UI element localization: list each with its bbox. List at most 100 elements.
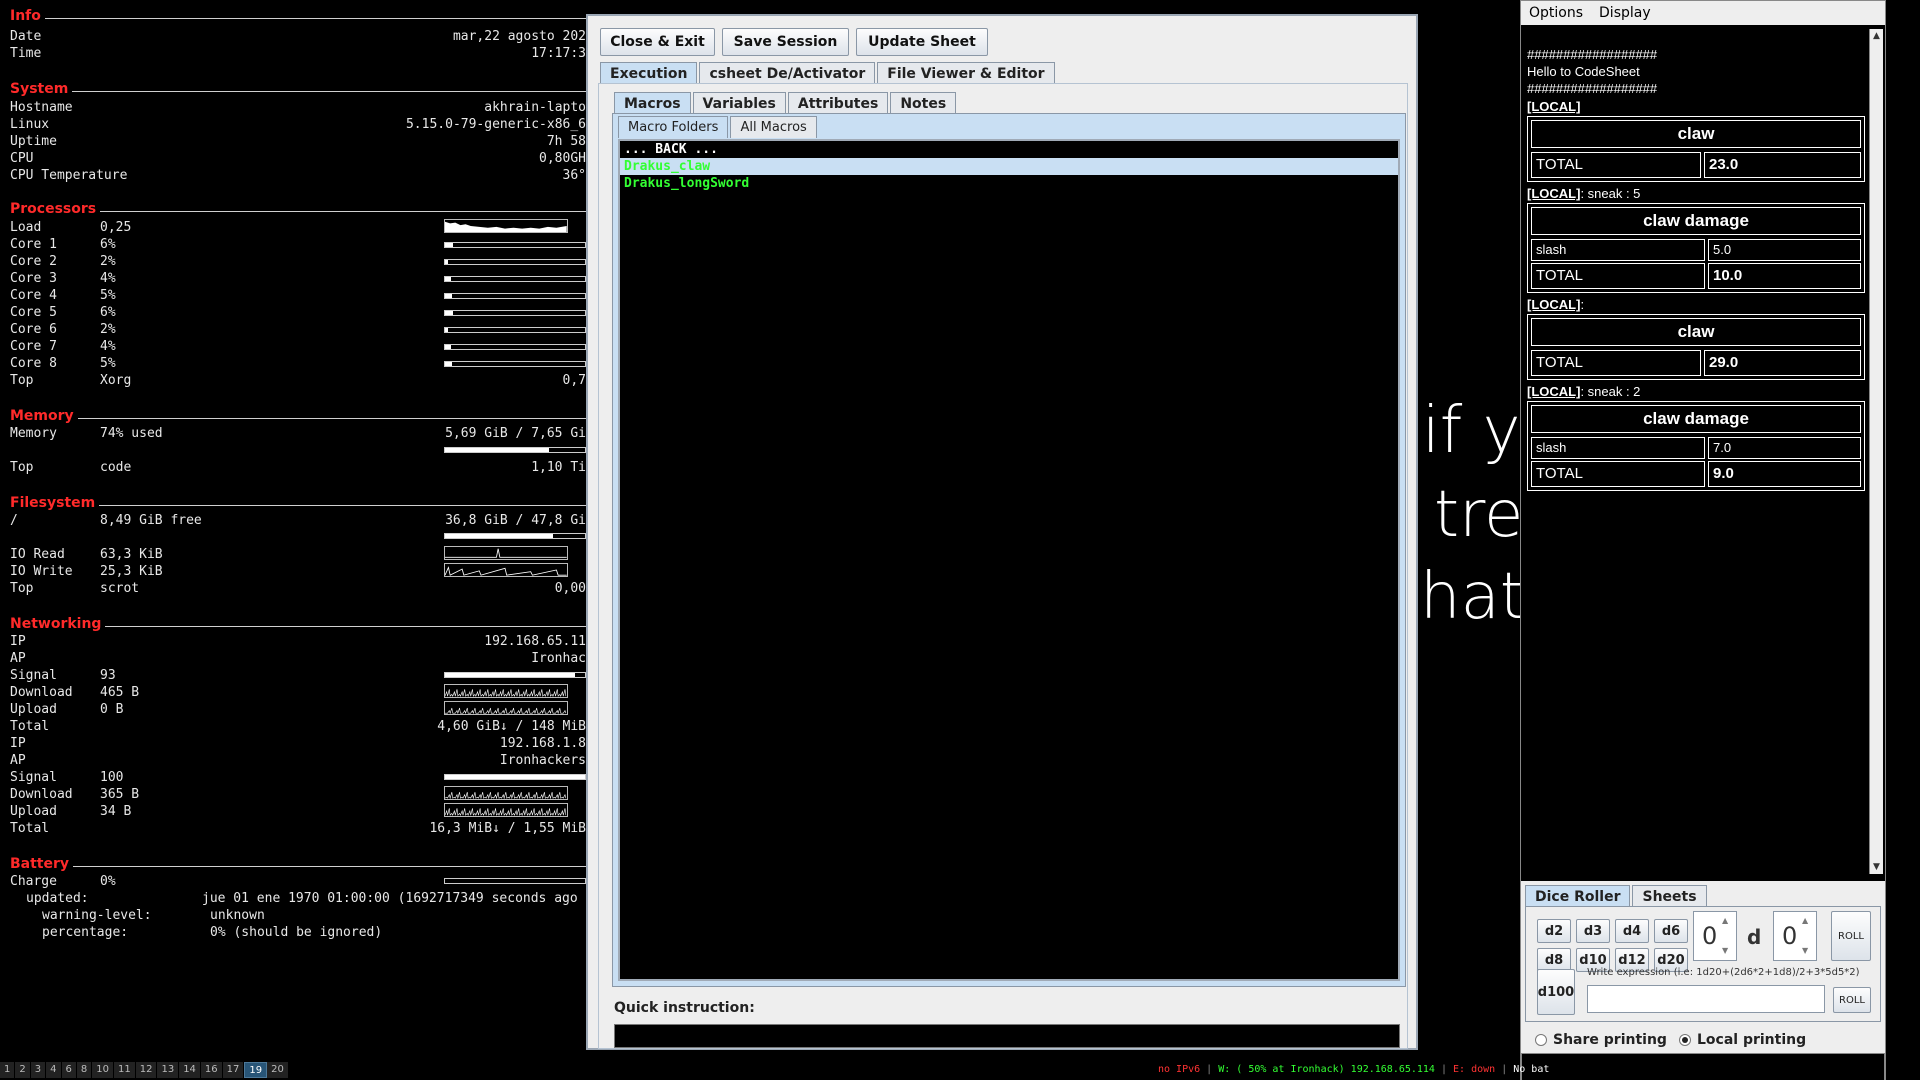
updated-row: updated: jue 01 ene 1970 01:00:00 (169271… [26,891,578,906]
local-printing-radio[interactable]: Local printing [1679,1032,1806,1048]
workspace-button[interactable]: 14 [179,1062,201,1078]
macro-view-tabs: Macro Folders All Macros [618,116,819,138]
tab-attributes[interactable]: Attributes [787,92,889,114]
workspace-button[interactable]: 11 [113,1062,136,1078]
macro-list-item[interactable]: Drakus_longSword [620,175,1398,192]
tab-macro-folders[interactable]: Macro Folders [618,116,729,138]
close-exit-button[interactable]: Close & Exit [600,28,715,56]
macro-list-item[interactable]: ... BACK ... [620,141,1398,158]
core-value: 5% [100,288,116,303]
menu-options[interactable]: Options [1521,5,1591,21]
tab-execution[interactable]: Execution [600,62,698,84]
workspace-button[interactable]: 1 [0,1062,16,1078]
macro-list-item[interactable]: Drakus_claw [620,158,1398,175]
hash-line-bottom: ################## [1527,81,1658,96]
radio-off-icon [1535,1034,1547,1046]
macro-list[interactable]: ... BACK ... Drakus_claw Drakus_longSword [618,139,1400,981]
top-io-row: Top scrot 0,00 [10,581,586,596]
upload-graph [444,701,568,715]
core-bar-fill [445,311,454,315]
update-sheet-button[interactable]: Update Sheet [856,28,988,56]
workspace-button[interactable]: 8 [76,1062,93,1078]
main-tabs: Execution csheet De/Activator File Viewe… [600,62,1057,84]
core-bar-fill [445,328,448,332]
tab-sheets[interactable]: Sheets [1632,885,1707,907]
section-system: System [10,81,586,99]
tab-all-macros[interactable]: All Macros [730,116,817,138]
core-bar [444,361,586,367]
workspace-button[interactable]: 12 [135,1062,158,1078]
tab-notes[interactable]: Notes [890,92,957,114]
dice-d6-button[interactable]: d6 [1654,919,1688,943]
workspace-button[interactable]: 17 [222,1062,245,1078]
tab-variables[interactable]: Variables [692,92,786,114]
core-bar-fill [445,294,452,298]
dice-count-spinner[interactable]: 0 ▲ ▼ [1693,911,1737,961]
upload-graph [444,803,568,817]
download-graph [444,684,568,698]
core-value: 5% [100,356,116,371]
core-bar [444,327,586,333]
top-cpu-row: Top Xorg 0,7 [10,373,586,388]
spinner-down-icon[interactable]: ▼ [1722,946,1734,955]
workspace-button[interactable]: 13 [157,1062,180,1078]
roll-expression-button[interactable]: ROLL [1833,987,1871,1013]
dice-d2-button[interactable]: d2 [1537,919,1571,943]
cpu-row: CPU 0,80GH [10,151,586,166]
core-value: 2% [100,322,116,337]
core-bar [444,276,586,282]
menu-display[interactable]: Display [1591,5,1659,21]
ap-row: AP Ironhackers [10,753,586,768]
spinner-up-icon[interactable]: ▲ [1802,916,1814,925]
workspace-button[interactable]: 4 [46,1062,62,1078]
scroll-down-icon[interactable]: ▼ [1873,862,1880,872]
core-value: 2% [100,254,116,269]
section-processors: Processors [10,201,586,219]
core-label: Core 6 [10,322,57,337]
hello-text: Hello to CodeSheet [1527,64,1640,79]
codesheet-menubar: Options Display [1521,1,1885,25]
workspace-button[interactable]: 20 [267,1062,289,1078]
wallpaper-text-3: hat [1420,560,1525,634]
battery-bar [444,878,586,884]
scroll-up-icon[interactable]: ▲ [1873,31,1880,41]
workspace-button[interactable]: 3 [30,1062,47,1078]
roll-dice-button[interactable]: ROLL [1831,911,1871,961]
root-fs-row: /8,49 GiB free 36,8 GiB / 47,8 Gi [10,513,586,528]
expression-input[interactable] [1587,985,1825,1013]
tab-dice-roller[interactable]: Dice Roller [1525,885,1631,907]
output-scrollbar[interactable]: ▲ ▼ [1869,29,1883,874]
d100-button[interactable]: d100 [1537,969,1575,1015]
dice-d3-button[interactable]: d3 [1576,919,1610,943]
spinner-down-icon[interactable]: ▼ [1802,946,1814,955]
workspace-button[interactable]: 6 [61,1062,77,1078]
tab-csheet-activator[interactable]: csheet De/Activator [699,62,876,84]
result-box: claw damage slash 5.0 TOTAL 10.0 [1527,203,1865,293]
dice-sides-spinner[interactable]: 0 ▲ ▼ [1773,911,1817,961]
workspace-bar: 1 2 3 4 6 8 10 11 12 13 14 16 17 19 20 [0,1062,289,1080]
section-battery: Battery [10,856,586,874]
workspace-button[interactable]: 19 [244,1062,268,1078]
total-value: 9.0 [1708,461,1861,487]
workspace-button[interactable]: 2 [15,1062,31,1078]
entry-extra: : sneak : 2 [1580,384,1641,399]
io-write-graph [444,563,568,577]
share-printing-radio[interactable]: Share printing [1535,1032,1667,1048]
save-session-button[interactable]: Save Session [722,28,849,56]
core-value: 6% [100,305,116,320]
core-bar [444,293,586,299]
tab-file-viewer[interactable]: File Viewer & Editor [877,62,1055,84]
dice-d4-button[interactable]: d4 [1615,919,1649,943]
cpu-temp-row: CPU Temperature 36° [10,168,586,183]
workspace-button[interactable]: 10 [92,1062,114,1078]
spinner-up-icon[interactable]: ▲ [1722,916,1734,925]
quick-instruction-input[interactable] [614,1024,1400,1048]
dice-roller-area: Dice Roller Sheets d2 d3 d4 d6 d8 d10 d12 d20 d… [1521,881,1885,1080]
top-memory-row: Top code 1,10 Ti [10,460,586,475]
workspace-button[interactable]: 16 [200,1062,223,1078]
download-graph [444,786,568,800]
total-label: TOTAL [1531,350,1701,376]
tab-macros[interactable]: Macros [614,92,691,114]
wallpaper-text-1: if yo [1422,394,1520,468]
eth-status: E: down [1453,1064,1496,1075]
